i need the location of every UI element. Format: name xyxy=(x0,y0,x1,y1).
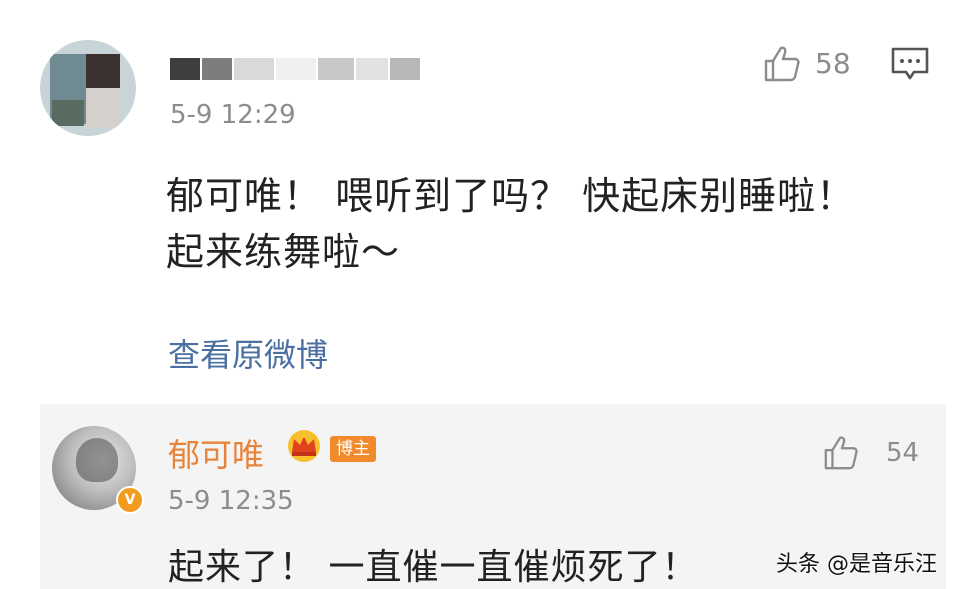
blogger-badge: 博主 xyxy=(330,436,376,462)
reply-like-count: 54 xyxy=(886,438,920,468)
weibo-comment-screen: 5-9 12:29 58 郁可唯！ 喂听到了吗？ 快起床别睡啦！ 起来练舞啦～ … xyxy=(0,0,971,589)
commenter-avatar[interactable] xyxy=(40,40,136,136)
commenter-username-redacted[interactable] xyxy=(170,58,432,80)
comment-bubble-icon[interactable] xyxy=(890,46,930,82)
verified-badge-icon: V xyxy=(116,486,144,514)
view-original-post-link[interactable]: 查看原微博 xyxy=(168,330,328,376)
reply-timestamp: 5-9 12:35 xyxy=(168,486,294,516)
replier-avatar[interactable]: V xyxy=(52,426,144,514)
comment-line: 郁可唯！ 喂听到了吗？ 快起床别睡啦！ xyxy=(166,174,856,218)
reply-body: 起来了！ 一直催一直催烦死了！ xyxy=(168,547,699,588)
crown-icon xyxy=(288,430,320,462)
comment-like-count: 58 xyxy=(815,47,851,80)
thumbs-up-icon[interactable] xyxy=(762,44,802,84)
comment-body: 郁可唯！ 喂听到了吗？ 快起床别睡啦！ 起来练舞啦～ xyxy=(166,168,906,280)
replier-name[interactable]: 郁可唯 xyxy=(168,430,264,476)
comment-line: 起来练舞啦～ xyxy=(166,230,401,274)
thumbs-up-icon[interactable] xyxy=(822,434,860,472)
watermark: 头条 @是音乐汪 xyxy=(776,552,937,577)
comment-timestamp: 5-9 12:29 xyxy=(170,100,296,130)
